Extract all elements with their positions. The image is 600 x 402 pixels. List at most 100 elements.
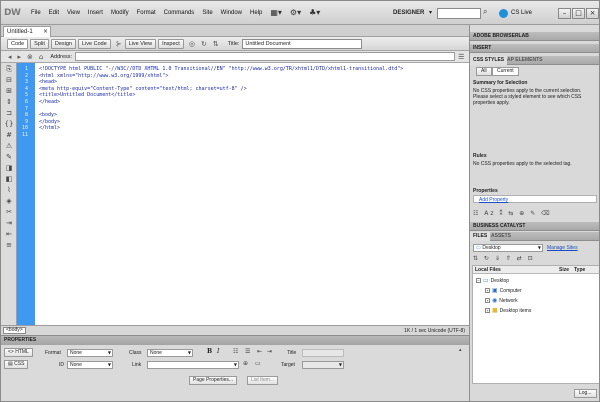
list-item-button[interactable]: List Item... <box>247 376 279 385</box>
help-search-input[interactable] <box>437 8 481 19</box>
expand-toggle-icon[interactable]: + <box>485 308 490 313</box>
document-tab[interactable]: Untitled-1 × <box>3 26 51 37</box>
type-column[interactable]: Type <box>574 267 585 273</box>
extend-icon[interactable]: ⚙▾ <box>290 8 301 17</box>
split-view-button[interactable]: Split <box>30 38 49 49</box>
css-mode-button[interactable]: ▤ CSS <box>4 360 29 369</box>
workspace-switcher[interactable]: DESIGNER <box>393 10 424 16</box>
collapse-full-tag-icon[interactable]: ⊟ <box>3 75 15 85</box>
target-select[interactable]: ▼ <box>302 361 344 369</box>
stop-icon[interactable]: ⊗ <box>27 53 33 61</box>
line-numbers-icon[interactable]: # <box>3 130 15 140</box>
minimize-icon[interactable]: – <box>558 8 571 19</box>
tab-css-styles[interactable]: CSS STYLES <box>470 56 508 65</box>
layout-icon[interactable]: ▦▾ <box>270 8 282 17</box>
page-properties-button[interactable]: Page Properties... <box>189 376 238 385</box>
expand-toggle-icon[interactable]: + <box>485 298 490 303</box>
open-documents-icon[interactable]: ⎘ <box>3 64 15 74</box>
format-source-icon[interactable]: ≡ <box>3 240 15 250</box>
italic-button[interactable]: I <box>217 348 219 355</box>
file-management-icon[interactable]: ⇅ <box>213 40 219 48</box>
current-button[interactable]: Current <box>492 67 519 76</box>
unordered-list-icon[interactable]: ☷ <box>233 348 238 355</box>
add-property-link[interactable]: Add Property <box>479 197 508 203</box>
manage-sites-link[interactable]: Manage Sites <box>547 245 578 251</box>
outdent-icon[interactable]: ⇤ <box>257 348 262 355</box>
site-select[interactable]: ▭ Desktop ▼ <box>473 244 543 252</box>
expand-all-icon[interactable]: ⇕ <box>3 97 15 107</box>
menu-window[interactable]: Window <box>217 1 246 25</box>
recent-snippets-icon[interactable]: ◈ <box>3 196 15 206</box>
tag-selector[interactable]: <body> <box>3 327 26 334</box>
address-input[interactable] <box>75 52 456 61</box>
menu-view[interactable]: View <box>63 1 84 25</box>
title-field[interactable] <box>302 349 344 357</box>
all-button[interactable]: All <box>476 67 492 76</box>
insert-panel-header[interactable]: INSERT <box>470 44 599 53</box>
html-mode-button[interactable]: <> HTML <box>4 348 33 357</box>
link-input[interactable]: ▼ <box>147 361 239 369</box>
tab-ap-elements[interactable]: AP ELEMENTS <box>504 56 545 65</box>
expand-toggle-icon[interactable]: + <box>485 288 490 293</box>
code-line[interactable]: </html> <box>39 125 60 132</box>
design-view-button[interactable]: Design <box>50 38 76 49</box>
tree-item-desktop[interactable]: − ▭ Desktop <box>476 277 509 284</box>
menu-commands[interactable]: Commands <box>160 1 199 25</box>
code-line[interactable]: </head> <box>39 99 60 106</box>
point-to-file-icon[interactable]: ⊕ <box>243 360 248 367</box>
cs-live-label[interactable]: CS Live <box>511 10 532 16</box>
log-button[interactable]: Log... <box>574 389 597 398</box>
browserlab-panel-header[interactable]: ADOBE BROWSERLAB <box>470 32 599 41</box>
code-line[interactable]: <html xmlns="http://www.w3.org/1999/xhtm… <box>39 73 168 80</box>
local-files-column[interactable]: Local Files <box>475 267 501 273</box>
select-parent-tag-icon[interactable]: ⊐ <box>3 108 15 118</box>
close-icon[interactable]: × <box>586 8 599 19</box>
code-editor[interactable] <box>35 63 469 325</box>
expand-panel-icon[interactable]: ▴ <box>459 347 462 353</box>
chevron-down-icon[interactable]: ▾ <box>429 9 432 16</box>
wrap-tag-icon[interactable]: ⌇ <box>3 185 15 195</box>
refresh-icon[interactable]: ↻ <box>201 40 207 48</box>
tree-item-computer[interactable]: + ▣ Computer <box>485 287 522 294</box>
view-options-icon[interactable]: ☰ <box>458 53 464 61</box>
size-column[interactable]: Size <box>559 267 569 273</box>
format-select[interactable]: None ▼ <box>67 349 113 357</box>
menu-edit[interactable]: Edit <box>45 1 63 25</box>
live-view-button[interactable]: Live View <box>124 38 157 49</box>
menu-file[interactable]: File <box>27 1 45 25</box>
menu-insert[interactable]: Insert <box>84 1 107 25</box>
forward-icon[interactable]: ▸ <box>18 53 22 61</box>
cs-live-icon[interactable] <box>499 9 508 18</box>
apply-comment-icon[interactable]: ◨ <box>3 163 15 173</box>
menu-site[interactable]: Site <box>198 1 216 25</box>
back-icon[interactable]: ◂ <box>8 53 12 61</box>
outdent-icon[interactable]: ⇤ <box>3 229 15 239</box>
balance-braces-icon[interactable]: {} <box>3 119 15 129</box>
business-catalyst-header[interactable]: BUSINESS CATALYST <box>470 222 599 231</box>
highlight-invalid-icon[interactable]: ⚠ <box>3 141 15 151</box>
home-icon[interactable]: ⌂ <box>39 53 43 61</box>
close-tab-icon[interactable]: × <box>43 27 48 37</box>
document-title-input[interactable] <box>242 38 363 49</box>
code-view-button[interactable]: Code <box>7 38 29 49</box>
site-icon[interactable]: ♣▾ <box>309 8 320 17</box>
tree-item-desktop-items[interactable]: + ■ Desktop items <box>485 307 531 314</box>
css-panel-toolbar-icons[interactable]: ☷ Az ⁑ ⇆ ⊕ ✎ ⌫ <box>473 210 552 217</box>
search-icon[interactable]: ⌕ <box>483 7 487 17</box>
code-navigator-icon[interactable]: ⊱ <box>116 40 122 48</box>
menu-help[interactable]: Help <box>246 1 266 25</box>
collapse-selection-icon[interactable]: ⊞ <box>3 86 15 96</box>
remove-comment-icon[interactable]: ◧ <box>3 174 15 184</box>
maximize-icon[interactable]: □ <box>572 8 585 19</box>
inspect-button[interactable]: Inspect <box>158 38 184 49</box>
ordered-list-icon[interactable]: ☰ <box>245 348 250 355</box>
preview-browser-icon[interactable]: ◎ <box>189 40 195 48</box>
browse-folder-icon[interactable]: ▭ <box>255 360 261 367</box>
menu-modify[interactable]: Modify <box>107 1 133 25</box>
syntax-error-icon[interactable]: ✎ <box>3 152 15 162</box>
indent-icon[interactable]: ⇥ <box>267 348 272 355</box>
indent-icon[interactable]: ⇥ <box>3 218 15 228</box>
id-select[interactable]: None ▼ <box>67 361 113 369</box>
tab-assets[interactable]: ASSETS <box>488 232 514 241</box>
collapse-toggle-icon[interactable]: − <box>476 278 481 283</box>
